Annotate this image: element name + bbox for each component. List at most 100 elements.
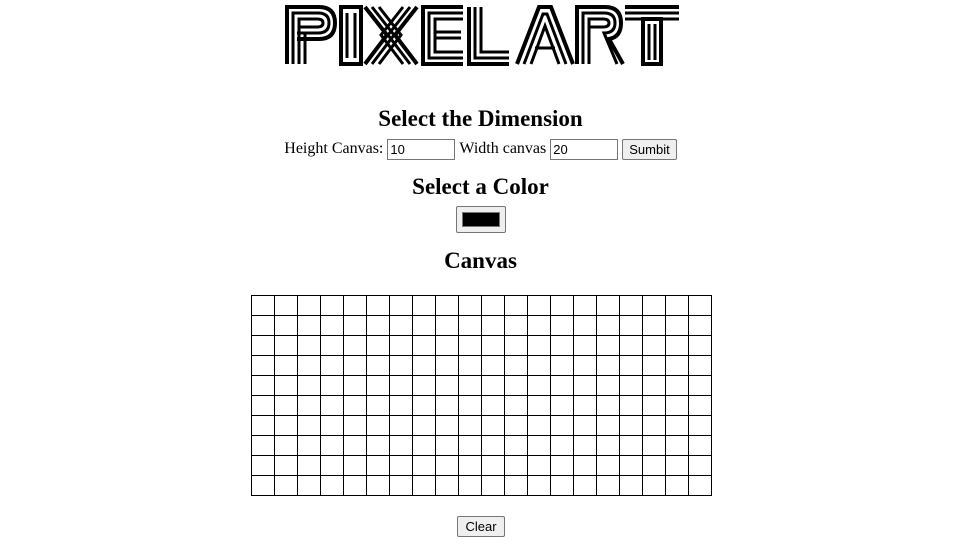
- canvas-cell[interactable]: [320, 355, 344, 376]
- canvas-cell[interactable]: [297, 375, 321, 396]
- canvas-cell[interactable]: [458, 395, 482, 416]
- canvas-cell[interactable]: [366, 395, 390, 416]
- canvas-cell[interactable]: [458, 415, 482, 436]
- canvas-cell[interactable]: [619, 475, 643, 496]
- canvas-cell[interactable]: [665, 415, 689, 436]
- canvas-cell[interactable]: [458, 475, 482, 496]
- canvas-cell[interactable]: [366, 335, 390, 356]
- canvas-cell[interactable]: [389, 475, 413, 496]
- canvas-cell[interactable]: [274, 315, 298, 336]
- canvas-cell[interactable]: [435, 415, 459, 436]
- canvas-cell[interactable]: [297, 395, 321, 416]
- canvas-cell[interactable]: [343, 315, 367, 336]
- canvas-cell[interactable]: [504, 415, 528, 436]
- canvas-cell[interactable]: [389, 355, 413, 376]
- canvas-cell[interactable]: [619, 335, 643, 356]
- canvas-cell[interactable]: [573, 295, 597, 316]
- canvas-cell[interactable]: [642, 355, 666, 376]
- canvas-cell[interactable]: [596, 415, 620, 436]
- canvas-cell[interactable]: [435, 355, 459, 376]
- canvas-cell[interactable]: [458, 355, 482, 376]
- canvas-cell[interactable]: [435, 455, 459, 476]
- canvas-cell[interactable]: [596, 335, 620, 356]
- canvas-cell[interactable]: [596, 295, 620, 316]
- canvas-cell[interactable]: [619, 395, 643, 416]
- canvas-cell[interactable]: [251, 335, 275, 356]
- canvas-cell[interactable]: [688, 375, 712, 396]
- canvas-cell[interactable]: [320, 315, 344, 336]
- canvas-cell[interactable]: [527, 415, 551, 436]
- canvas-cell[interactable]: [596, 455, 620, 476]
- canvas-cell[interactable]: [619, 355, 643, 376]
- canvas-cell[interactable]: [458, 295, 482, 316]
- canvas-cell[interactable]: [550, 415, 574, 436]
- canvas-cell[interactable]: [274, 435, 298, 456]
- canvas-cell[interactable]: [619, 295, 643, 316]
- canvas-cell[interactable]: [412, 415, 436, 436]
- canvas-cell[interactable]: [573, 375, 597, 396]
- canvas-cell[interactable]: [366, 375, 390, 396]
- canvas-cell[interactable]: [573, 475, 597, 496]
- canvas-cell[interactable]: [458, 435, 482, 456]
- canvas-cell[interactable]: [619, 455, 643, 476]
- canvas-cell[interactable]: [435, 475, 459, 496]
- canvas-cell[interactable]: [527, 315, 551, 336]
- canvas-cell[interactable]: [366, 475, 390, 496]
- canvas-cell[interactable]: [527, 375, 551, 396]
- canvas-cell[interactable]: [389, 455, 413, 476]
- canvas-cell[interactable]: [665, 335, 689, 356]
- canvas-cell[interactable]: [343, 415, 367, 436]
- canvas-cell[interactable]: [573, 315, 597, 336]
- canvas-cell[interactable]: [297, 335, 321, 356]
- canvas-cell[interactable]: [642, 475, 666, 496]
- canvas-cell[interactable]: [343, 295, 367, 316]
- canvas-cell[interactable]: [665, 435, 689, 456]
- canvas-cell[interactable]: [481, 355, 505, 376]
- canvas-cell[interactable]: [596, 435, 620, 456]
- canvas-cell[interactable]: [389, 375, 413, 396]
- canvas-cell[interactable]: [274, 295, 298, 316]
- canvas-cell[interactable]: [435, 375, 459, 396]
- canvas-cell[interactable]: [435, 395, 459, 416]
- canvas-cell[interactable]: [251, 475, 275, 496]
- canvas-cell[interactable]: [389, 415, 413, 436]
- canvas-cell[interactable]: [688, 295, 712, 316]
- canvas-cell[interactable]: [596, 375, 620, 396]
- canvas-cell[interactable]: [550, 335, 574, 356]
- canvas-cell[interactable]: [366, 415, 390, 436]
- height-input[interactable]: [387, 138, 456, 160]
- canvas-cell[interactable]: [320, 375, 344, 396]
- canvas-cell[interactable]: [596, 395, 620, 416]
- canvas-cell[interactable]: [366, 355, 390, 376]
- canvas-cell[interactable]: [435, 295, 459, 316]
- canvas-cell[interactable]: [458, 335, 482, 356]
- canvas-cell[interactable]: [504, 335, 528, 356]
- canvas-cell[interactable]: [481, 315, 505, 336]
- canvas-cell[interactable]: [435, 335, 459, 356]
- canvas-cell[interactable]: [527, 435, 551, 456]
- canvas-cell[interactable]: [412, 295, 436, 316]
- canvas-cell[interactable]: [297, 455, 321, 476]
- canvas-cell[interactable]: [435, 435, 459, 456]
- canvas-cell[interactable]: [665, 475, 689, 496]
- canvas-cell[interactable]: [642, 295, 666, 316]
- canvas-cell[interactable]: [481, 295, 505, 316]
- canvas-cell[interactable]: [343, 475, 367, 496]
- canvas-cell[interactable]: [297, 315, 321, 336]
- canvas-cell[interactable]: [481, 455, 505, 476]
- canvas-cell[interactable]: [320, 395, 344, 416]
- canvas-cell[interactable]: [688, 455, 712, 476]
- canvas-cell[interactable]: [297, 475, 321, 496]
- canvas-cell[interactable]: [665, 355, 689, 376]
- canvas-cell[interactable]: [320, 435, 344, 456]
- submit-button[interactable]: Sumbit: [622, 138, 677, 160]
- canvas-cell[interactable]: [619, 315, 643, 336]
- canvas-cell[interactable]: [251, 295, 275, 316]
- canvas-cell[interactable]: [320, 475, 344, 496]
- canvas-cell[interactable]: [688, 415, 712, 436]
- canvas-cell[interactable]: [527, 295, 551, 316]
- canvas-cell[interactable]: [412, 355, 436, 376]
- canvas-cell[interactable]: [412, 455, 436, 476]
- canvas-cell[interactable]: [274, 375, 298, 396]
- canvas-cell[interactable]: [550, 315, 574, 336]
